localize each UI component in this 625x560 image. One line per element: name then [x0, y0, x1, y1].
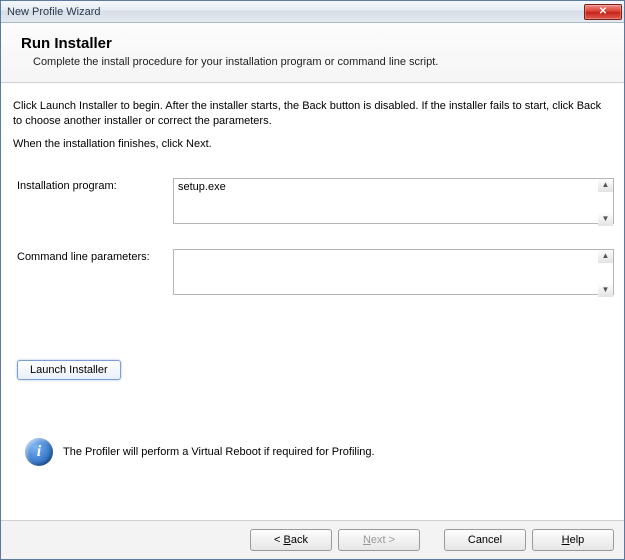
form-area: Installation program: ▲ ▼ Command line p…	[11, 178, 614, 320]
spin-up-icon[interactable]: ▲	[598, 250, 613, 263]
wizard-footer: < Back Next > Cancel Help	[1, 520, 624, 559]
spin-down-icon[interactable]: ▼	[598, 284, 613, 297]
spin-up-icon[interactable]: ▲	[598, 179, 613, 192]
window-title: New Profile Wizard	[7, 6, 101, 18]
wizard-header: Run Installer Complete the install proce…	[1, 23, 624, 83]
launch-installer-button[interactable]: Launch Installer	[17, 360, 121, 380]
instructions-line2: When the installation finishes, click Ne…	[13, 137, 612, 152]
wizard-window: New Profile Wizard ✕ Run Installer Compl…	[0, 0, 625, 560]
page-subtitle: Complete the install procedure for your …	[33, 56, 604, 68]
cmdline-label: Command line parameters:	[11, 249, 173, 263]
cancel-button[interactable]: Cancel	[444, 529, 526, 551]
install-program-field-wrap: ▲ ▼	[173, 178, 614, 227]
cmdline-input[interactable]	[173, 249, 614, 295]
install-program-input[interactable]	[173, 178, 614, 224]
cmdline-field-wrap: ▲ ▼	[173, 249, 614, 298]
info-icon: i	[25, 438, 53, 466]
close-icon: ✕	[599, 7, 607, 17]
launch-row: Launch Installer	[11, 360, 614, 380]
wizard-content: Click Launch Installer to begin. After t…	[1, 83, 624, 520]
back-button[interactable]: < Back	[250, 529, 332, 551]
cmdline-spinner: ▲ ▼	[598, 250, 613, 297]
close-button[interactable]: ✕	[584, 4, 622, 20]
install-program-spinner: ▲ ▼	[598, 179, 613, 226]
install-program-label: Installation program:	[11, 178, 173, 192]
page-title: Run Installer	[21, 35, 604, 52]
help-button[interactable]: Help	[532, 529, 614, 551]
info-row: i The Profiler will perform a Virtual Re…	[11, 438, 614, 466]
cmdline-row: Command line parameters: ▲ ▼	[11, 249, 614, 298]
instructions-line1: Click Launch Installer to begin. After t…	[13, 99, 612, 129]
titlebar: New Profile Wizard ✕	[1, 1, 624, 23]
info-text: The Profiler will perform a Virtual Rebo…	[63, 446, 375, 458]
install-program-row: Installation program: ▲ ▼	[11, 178, 614, 227]
spin-down-icon[interactable]: ▼	[598, 213, 613, 226]
footer-gap	[426, 529, 438, 551]
next-button[interactable]: Next >	[338, 529, 420, 551]
